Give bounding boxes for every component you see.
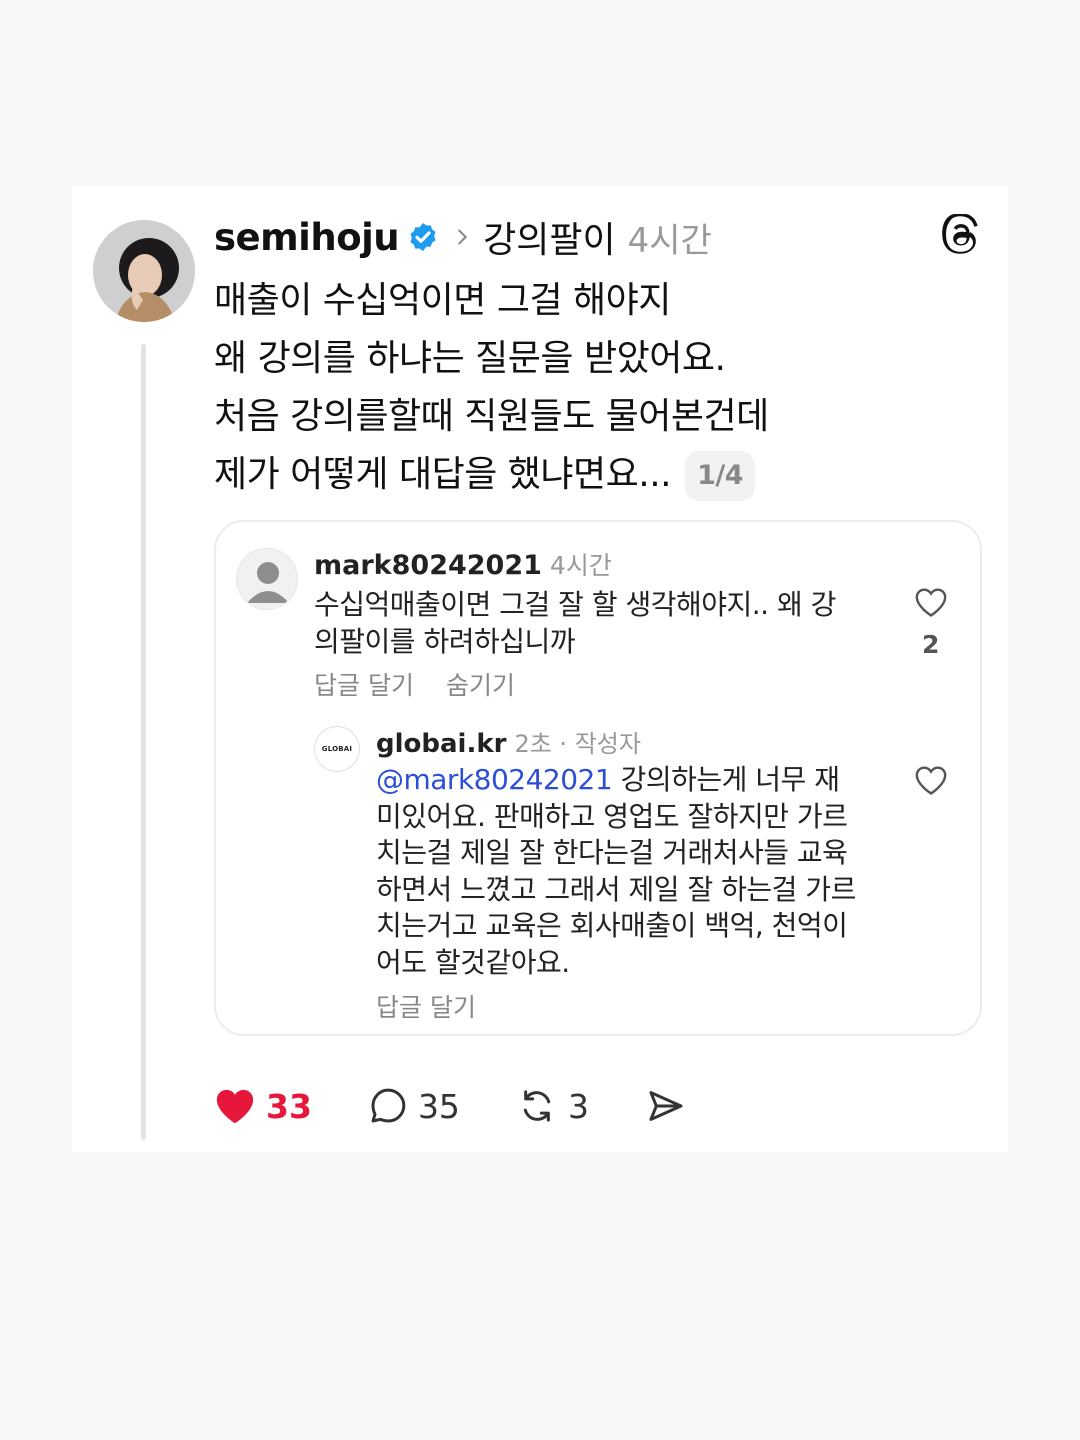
commenter-username[interactable]: mark80242021: [314, 550, 542, 581]
repost-icon: [523, 1090, 551, 1122]
comment-timestamp: 4시간: [549, 551, 612, 580]
comment-like-count: 2: [922, 630, 940, 659]
verified-badge-icon: [410, 223, 436, 251]
reply-header: globai.kr 2초 · 작성자: [376, 724, 641, 759]
post-line: 처음 강의를할때 직원들도 물어본건데: [214, 396, 769, 437]
reply-actions: 답글 달기: [376, 988, 476, 1024]
comment-actions: 답글 달기 숨기기: [314, 666, 515, 702]
post-line: 매출이 수십억이면 그걸 해야지: [214, 280, 671, 321]
share-send-icon: [649, 1091, 683, 1121]
reply-line: 치는거고 교육은 회사매출이 백억, 천억이: [376, 909, 848, 942]
reply-line: 치는걸 제일 잘 한다는걸 거래처사들 교육: [376, 836, 848, 869]
comment-reply-link[interactable]: 답글 달기: [314, 666, 414, 702]
reply-text: @mark80242021 강의하는게 너무 재 미있어요. 판매하고 영업도 …: [376, 762, 886, 981]
comment-text: 수십억매출이면 그걸 잘 할 생각해야지.. 왜 강 의팔이를 하려하십니까: [314, 586, 884, 660]
like-count: 33: [266, 1086, 312, 1126]
repost-count: 3: [567, 1086, 589, 1126]
share-button[interactable]: [645, 1086, 687, 1126]
comment-button[interactable]: 35: [368, 1086, 460, 1126]
comment-line: 의팔이를 하려하십니까: [314, 625, 576, 658]
reply-reply-link[interactable]: 답글 달기: [376, 993, 476, 1022]
post-action-bar: 33 35 3: [214, 1082, 743, 1130]
reply-line: 미있어요. 판매하고 영업도 잘하지만 가르: [376, 799, 848, 833]
chevron-right-icon: [458, 229, 467, 245]
reply-username[interactable]: globai.kr: [376, 729, 506, 759]
post-body: 매출이 수십억이면 그걸 해야지 왜 강의를 하냐는 질문을 받았어요. 처음 …: [214, 272, 914, 504]
post-line-last: 제가 어떻게 대답을 했냐면요... 1/4: [214, 446, 914, 504]
repost-button[interactable]: 3: [516, 1086, 589, 1126]
author-avatar[interactable]: [93, 220, 195, 322]
post-header: semihoju 강의팔이 4시간: [214, 212, 712, 262]
commenter-avatar[interactable]: [236, 548, 298, 610]
reply-avatar[interactable]: GLOBAI: [314, 726, 360, 772]
author-username[interactable]: semihoju: [214, 216, 400, 259]
reply-line: 어도 할것같아요.: [376, 945, 570, 979]
comment-like-heart-icon[interactable]: [914, 586, 948, 618]
page-indicator[interactable]: 1/4: [685, 451, 756, 501]
comment-count: 35: [417, 1086, 460, 1126]
comment-bubble-icon: [371, 1088, 406, 1123]
reply-like-heart-icon[interactable]: [914, 764, 948, 796]
reply-line: @mark80242021 강의하는게 너무 재: [376, 762, 886, 799]
post-line: 왜 강의를 하냐는 질문을 받았어요.: [214, 338, 726, 379]
reply-line-text: 강의하는게 너무 재: [612, 763, 840, 796]
comment-header: mark80242021 4시간: [314, 546, 612, 582]
comment-screenshot-card: mark80242021 4시간 수십억매출이면 그걸 잘 할 생각해야지.. …: [214, 520, 982, 1036]
heart-filled-icon: [216, 1089, 254, 1124]
like-button[interactable]: 33: [214, 1087, 312, 1126]
comment-hide-link[interactable]: 숨기기: [446, 666, 515, 702]
topic-tag[interactable]: 강의팔이: [483, 211, 615, 263]
reply-mention[interactable]: @mark80242021: [376, 763, 613, 796]
reply-meta: 2초 · 작성자: [514, 730, 641, 758]
reply-avatar-logo-text: GLOBAI: [321, 745, 353, 753]
post-line: 제가 어떻게 대답을 했냐면요...: [214, 454, 672, 495]
threads-logo-icon: [942, 214, 978, 254]
post-timestamp: 4시간: [627, 220, 712, 261]
reply-line: 하면서 느꼈고 그래서 제일 잘 하는걸 가르: [376, 872, 856, 906]
thread-line: [141, 344, 146, 1140]
post-card: semihoju 강의팔이 4시간 매출이 수십억이면 그걸 해야지 왜 강의를…: [72, 186, 1008, 1152]
comment-line: 수십억매출이면 그걸 잘 할 생각해야지.. 왜 강: [314, 588, 836, 621]
